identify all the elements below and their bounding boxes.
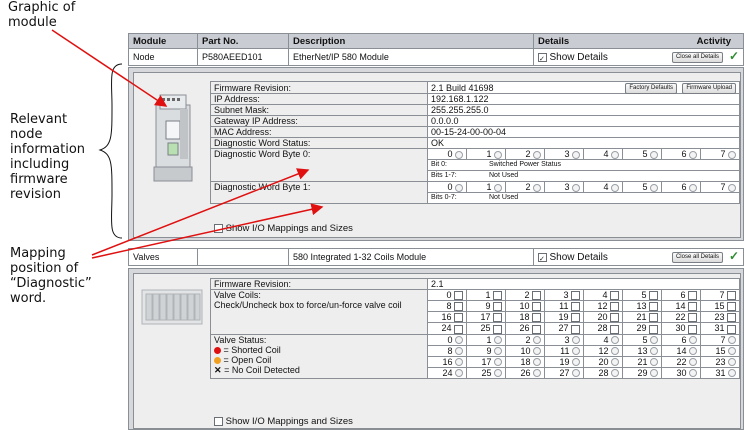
annotation-arrows (51, 29, 324, 259)
arrow-to-byte1 (91, 203, 324, 259)
arrow-to-byte0 (91, 168, 310, 256)
arrow-to-graphic (51, 29, 168, 107)
